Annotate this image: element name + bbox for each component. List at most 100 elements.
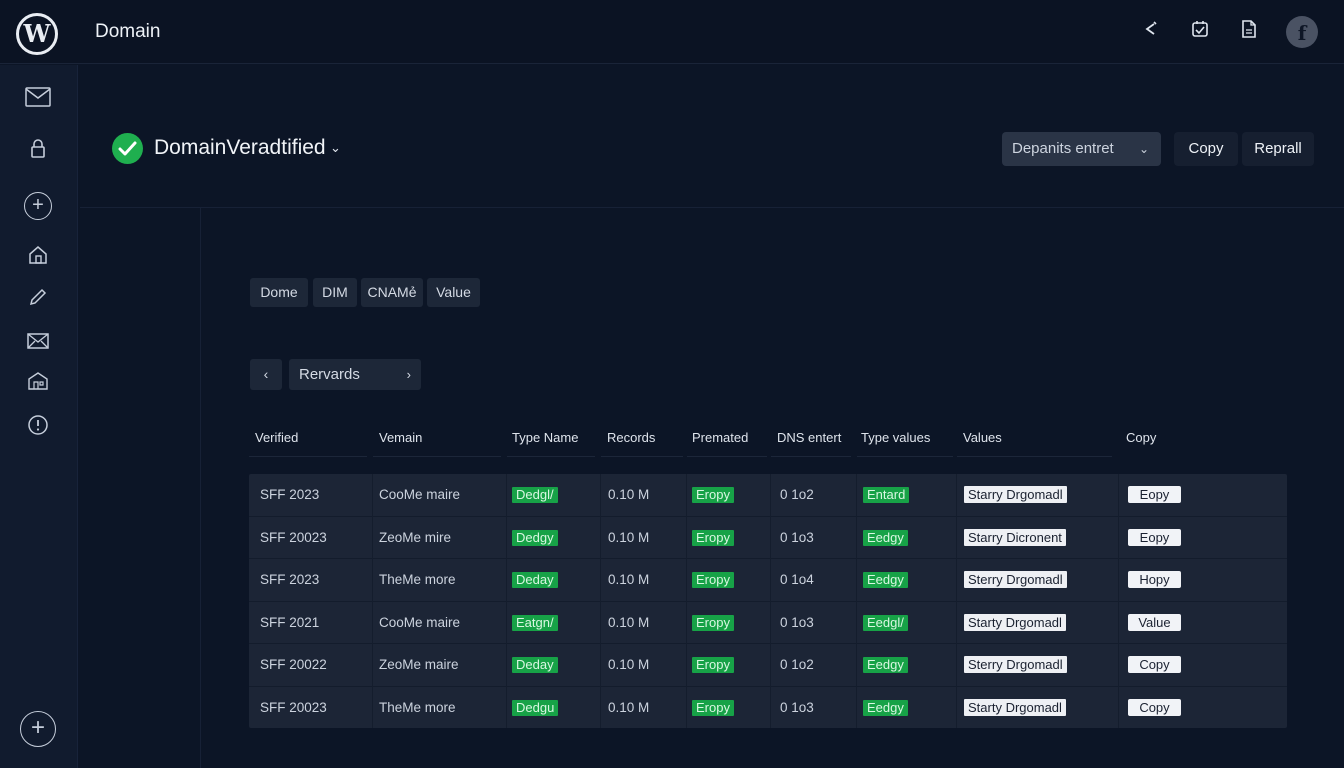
records-cell: 0.10 M xyxy=(608,699,650,715)
verified-cell: SFF 20023 xyxy=(260,699,327,715)
column-header[interactable]: Premated xyxy=(692,430,748,445)
records-table: SFF 2023 CooMe maire Dedgl/ 0.10 M Eropy… xyxy=(249,474,1287,728)
domain-cell: ZeoMe mire xyxy=(379,529,452,545)
divider xyxy=(601,456,683,457)
records-cell: 0.10 M xyxy=(608,572,650,587)
entries-dropdown[interactable]: Depanits entret ⌄ xyxy=(1002,132,1161,166)
column-header[interactable]: Type Name xyxy=(512,430,578,445)
divider xyxy=(957,456,1112,457)
column-header[interactable]: Type values xyxy=(861,430,930,445)
table-row[interactable]: SFF 20022 ZeoMe maire Deday 0.10 M Eropy… xyxy=(249,644,1287,687)
row-copy-button[interactable]: Copy xyxy=(1128,656,1181,673)
checklist-icon[interactable] xyxy=(1189,20,1211,44)
prev-page-button[interactable]: ‹ xyxy=(250,359,282,390)
domain-cell: CooMe maire xyxy=(379,614,461,630)
column-header[interactable]: Copy xyxy=(1126,430,1156,445)
value-field[interactable]: Sterry Drgomadl xyxy=(964,656,1067,673)
value-field[interactable]: Starry Dicronent xyxy=(964,528,1066,546)
row-copy-button[interactable]: Eopy xyxy=(1128,528,1181,546)
chevron-down-icon[interactable]: ⌄ xyxy=(330,140,341,156)
divider xyxy=(956,474,957,728)
divider xyxy=(507,456,595,457)
top-bar: W Domain f xyxy=(0,0,1344,64)
column-header[interactable]: Records xyxy=(607,430,655,445)
type-tag: Eatgn/ xyxy=(512,614,558,631)
table-row[interactable]: SFF 2023 TheMe more Deday 0.10 M Eropy 0… xyxy=(249,559,1287,602)
building-icon[interactable] xyxy=(24,371,52,399)
premated-tag: Eropy xyxy=(692,487,734,503)
premated-tag: Eropy xyxy=(692,657,734,673)
mail-icon[interactable] xyxy=(24,87,52,115)
dns-cell: 0 1o3 xyxy=(780,529,814,545)
type-value-tag: Eedgy xyxy=(863,529,908,546)
divider xyxy=(856,474,857,728)
table-row[interactable]: SFF 20023 ZeoMe mire Dedgy 0.10 M Eropy … xyxy=(249,517,1287,559)
wordpress-logo-icon[interactable]: W xyxy=(16,13,58,55)
premated-tag: Eropy xyxy=(692,699,734,716)
verified-cell: SFF 2023 xyxy=(260,572,320,587)
envelope-icon[interactable] xyxy=(24,329,52,357)
row-copy-button[interactable]: Eopy xyxy=(1128,486,1181,503)
refresh-icon[interactable] xyxy=(1140,20,1162,44)
dns-cell: 0 1o2 xyxy=(780,657,814,672)
table-row[interactable]: SFF 20023 TheMe more Dedgu 0.10 M Eropy … xyxy=(249,687,1287,730)
value-field[interactable]: Sterry Drgomadl xyxy=(964,571,1067,588)
document-icon[interactable] xyxy=(1238,20,1260,44)
sidebar: + + xyxy=(0,65,78,768)
page-title: Domain xyxy=(95,21,161,42)
verified-cell: SFF 20023 xyxy=(260,529,327,545)
divider xyxy=(80,207,1344,208)
lock-icon[interactable] xyxy=(24,138,52,166)
divider xyxy=(249,456,367,457)
filter-chip-dim[interactable]: DIM xyxy=(313,278,357,307)
records-cell: 0.10 M xyxy=(608,529,650,545)
table-row[interactable]: SFF 2023 CooMe maire Dedgl/ 0.10 M Eropy… xyxy=(249,474,1287,517)
domain-status-title[interactable]: DomainVeradtified xyxy=(154,136,326,160)
value-field[interactable]: Starry Drgomadl xyxy=(964,486,1067,503)
verified-cell: SFF 20022 xyxy=(260,657,327,672)
column-header[interactable]: Verified xyxy=(255,430,298,445)
row-copy-button[interactable]: Copy xyxy=(1128,698,1181,716)
divider xyxy=(771,456,851,457)
divider xyxy=(373,456,501,457)
value-field[interactable]: Starty Drgomadl xyxy=(964,613,1066,631)
dns-cell: 0 1o3 xyxy=(780,699,814,715)
info-icon[interactable] xyxy=(24,414,52,442)
pencil-icon[interactable] xyxy=(24,287,52,315)
divider xyxy=(770,474,771,728)
row-copy-button[interactable]: Hopy xyxy=(1128,571,1181,588)
domain-cell: TheMe more xyxy=(379,699,456,715)
type-value-tag: Eedgy xyxy=(863,572,908,588)
verified-check-icon xyxy=(112,133,143,164)
column-header[interactable]: DNS entert xyxy=(777,430,841,445)
table-row[interactable]: SFF 2021 CooMe maire Eatgn/ 0.10 M Eropy… xyxy=(249,602,1287,644)
records-selector[interactable]: Rervards › xyxy=(289,359,421,390)
column-header[interactable]: Vemain xyxy=(379,430,422,445)
avatar[interactable]: f xyxy=(1286,16,1318,48)
divider xyxy=(372,474,373,728)
dns-cell: 0 1o2 xyxy=(780,487,814,502)
home-icon[interactable] xyxy=(24,245,52,273)
type-value-tag: Eedgy xyxy=(863,657,908,673)
divider xyxy=(687,456,767,457)
dns-cell: 0 1o4 xyxy=(780,572,814,587)
premated-tag: Eropy xyxy=(692,614,734,631)
records-selector-label: Rervards xyxy=(299,366,360,383)
filter-chip-dome[interactable]: Dome xyxy=(250,278,308,307)
premated-tag: Eropy xyxy=(692,572,734,588)
divider xyxy=(1118,474,1119,728)
row-copy-button[interactable]: Value xyxy=(1128,613,1181,631)
filter-chip-cname[interactable]: CNAMẻ xyxy=(361,278,423,307)
type-tag: Dedgl/ xyxy=(512,487,558,503)
type-tag: Deday xyxy=(512,657,558,673)
add-button[interactable]: + xyxy=(20,711,56,747)
premated-tag: Eropy xyxy=(692,529,734,546)
divider xyxy=(200,208,201,768)
type-tag: Dedgy xyxy=(512,529,558,546)
add-circle-icon[interactable]: + xyxy=(24,192,52,220)
value-field[interactable]: Starty Drgomadl xyxy=(964,698,1066,716)
repair-button[interactable]: Reprall xyxy=(1242,132,1314,166)
filter-chip-value[interactable]: Value xyxy=(427,278,480,307)
column-header[interactable]: Values xyxy=(963,430,1002,445)
copy-button[interactable]: Copy xyxy=(1174,132,1238,166)
